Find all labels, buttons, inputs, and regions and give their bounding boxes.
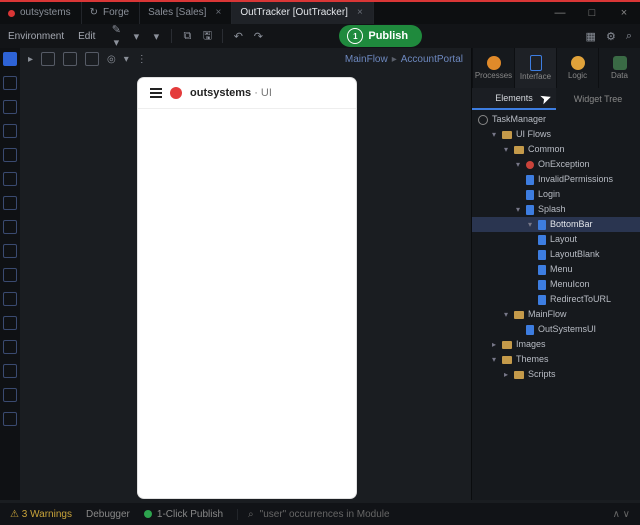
rail-item[interactable] (3, 196, 17, 210)
rail-item[interactable] (3, 76, 17, 90)
processes-icon (487, 56, 501, 70)
toolbar-dropdown[interactable]: ▾ (149, 30, 163, 43)
menu-bar: Environment Edit ✎ ▾ ▾ ▾ ⧉ 🖫 ↶ ↷ 1 Publi… (0, 24, 640, 48)
logic-icon (571, 56, 585, 70)
rail-item[interactable] (3, 100, 17, 114)
device-bar: ▸ ◎ ▾ ⋮ MainFlow▸AccountPortal (20, 48, 471, 70)
publish-status[interactable]: 1-Click Publish (144, 509, 223, 520)
cat-processes[interactable]: Processes (472, 48, 514, 88)
tree-item[interactable]: ▾Themes (472, 352, 640, 367)
debugger-label[interactable]: Debugger (86, 509, 130, 520)
data-icon (613, 56, 627, 70)
tab-outtracker[interactable]: OutTracker [OutTracker]× (232, 2, 373, 24)
maximize-button[interactable]: □ (576, 7, 608, 19)
menu-edit[interactable]: Edit (78, 31, 95, 42)
cat-data[interactable]: Data (598, 48, 640, 88)
tree-item[interactable]: ▸Images (472, 337, 640, 352)
toolbar-dropdown[interactable]: ✎ ▾ (109, 23, 123, 49)
rail-item[interactable] (3, 316, 17, 330)
preview-title: outsystems · UI (190, 87, 272, 99)
tab-sales[interactable]: Sales [Sales]× (140, 2, 232, 24)
one-icon: 1 (347, 28, 363, 44)
tab-widget-tree[interactable]: Widget Tree (556, 88, 640, 110)
rail-item[interactable] (3, 340, 17, 354)
title-bar: outsystems ↻Forge Sales [Sales]× OutTrac… (0, 0, 640, 24)
nav-arrows[interactable]: ∧ ∨ (613, 509, 630, 520)
tree-item[interactable]: OutSystemsUI (472, 322, 640, 337)
save-icon[interactable]: 🖫 (200, 27, 214, 46)
back-icon[interactable]: ▸ (28, 54, 33, 65)
phone-preview[interactable]: outsystems · UI (138, 78, 356, 498)
menu-environment[interactable]: Environment (8, 31, 64, 42)
cat-interface[interactable]: Interface (514, 48, 556, 88)
device-phone-icon[interactable] (41, 52, 55, 66)
tree-item[interactable]: TaskManager (472, 112, 640, 127)
tree-item[interactable]: MenuIcon (472, 277, 640, 292)
settings-icon[interactable]: ⚙ (606, 30, 616, 43)
tree-item[interactable]: ▾Splash (472, 202, 640, 217)
rail-item[interactable] (3, 220, 17, 234)
toolbar-dropdown[interactable]: ▾ (129, 30, 143, 43)
publish-button[interactable]: 1 Publish (339, 25, 422, 47)
target-icon[interactable]: ◎ (107, 54, 116, 65)
device-tablet-icon[interactable] (63, 52, 77, 66)
left-rail (0, 48, 20, 500)
logo-icon (170, 87, 182, 99)
dot-icon (8, 10, 15, 17)
tree-item[interactable]: Layout (472, 232, 640, 247)
interface-icon (530, 55, 542, 71)
tab-forge[interactable]: ↻Forge (82, 2, 141, 24)
tree-item[interactable]: Menu (472, 262, 640, 277)
copy-icon[interactable]: ⧉ (180, 30, 194, 43)
main-canvas: ▸ ◎ ▾ ⋮ MainFlow▸AccountPortal outsystem… (20, 48, 471, 500)
tree-item[interactable]: ▾UI Flows (472, 127, 640, 142)
tree-item[interactable]: ▾OnException (472, 157, 640, 172)
rail-item[interactable] (3, 172, 17, 186)
rail-item[interactable] (3, 52, 17, 66)
breadcrumb[interactable]: MainFlow▸AccountPortal (345, 54, 463, 65)
grid-icon[interactable]: ▦ (586, 30, 596, 43)
warnings-label[interactable]: ⚠ 3 Warnings (10, 509, 72, 520)
close-icon[interactable]: × (357, 2, 363, 24)
rail-item[interactable] (3, 124, 17, 138)
tab-outsystems[interactable]: outsystems (0, 2, 82, 24)
tree-item[interactable]: ▾Common (472, 142, 640, 157)
rail-item[interactable] (3, 148, 17, 162)
search-bar[interactable]: ⌕ "user" occurrences in Module (237, 509, 390, 520)
rail-item[interactable] (3, 364, 17, 378)
tree-item[interactable]: RedirectToURL (472, 292, 640, 307)
rail-item[interactable] (3, 292, 17, 306)
tree-item[interactable]: ▾MainFlow (472, 307, 640, 322)
status-bar: ⚠ 3 Warnings Debugger 1-Click Publish ⌕ … (0, 503, 640, 525)
device-desktop-icon[interactable] (85, 52, 99, 66)
undo-icon[interactable]: ↶ (231, 30, 245, 43)
rail-item[interactable] (3, 268, 17, 282)
menu-icon[interactable] (150, 88, 162, 98)
close-button[interactable]: × (608, 7, 640, 19)
close-icon[interactable]: × (215, 2, 221, 24)
rail-item[interactable] (3, 244, 17, 258)
rail-item[interactable] (3, 412, 17, 426)
search-icon[interactable]: ⌕ (626, 30, 632, 43)
rail-item[interactable] (3, 388, 17, 402)
redo-icon[interactable]: ↷ (251, 30, 265, 43)
minimize-button[interactable]: — (544, 7, 576, 19)
right-panel: Processes Interface Logic Data Elements … (471, 48, 640, 500)
tree-item[interactable]: ▸Scripts (472, 367, 640, 382)
elements-tree: TaskManager ▾UI Flows ▾Common ▾OnExcepti… (472, 110, 640, 500)
tree-item-selected[interactable]: ▾BottomBar (472, 217, 640, 232)
tree-item[interactable]: Login (472, 187, 640, 202)
cat-logic[interactable]: Logic (556, 48, 598, 88)
tree-item[interactable]: InvalidPermissions (472, 172, 640, 187)
tree-item[interactable]: LayoutBlank (472, 247, 640, 262)
tab-elements[interactable]: Elements (472, 88, 556, 110)
